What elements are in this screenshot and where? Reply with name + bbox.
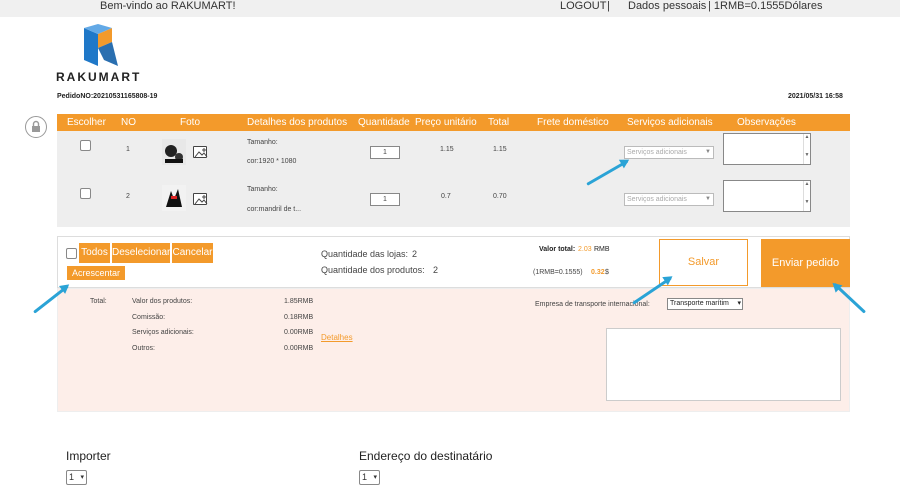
product-color: cor:1920 * 1080 [247, 158, 297, 165]
logout-link[interactable]: LOGOUT [560, 0, 606, 12]
order-date: 2021/05/31 16:58 [788, 93, 843, 100]
quantity-input[interactable]: 1 [370, 193, 400, 206]
chevron-down-icon: ▾ [373, 474, 377, 481]
header-quantity: Quantidade [358, 117, 410, 128]
notes-textarea[interactable] [606, 328, 841, 401]
row-checkbox[interactable] [80, 140, 91, 151]
product-color: cor:mandril de t... [247, 206, 302, 213]
summary-value: 1.85RMB [284, 298, 314, 305]
select-placeholder: Serviços adicionais [627, 149, 687, 156]
unit-price: 0.7 [441, 193, 451, 200]
exchange-rate-text: | 1RMB=0.1555Dólares [708, 0, 823, 12]
recipient-address-label: Endereço do destinatário [359, 449, 493, 463]
row-total: 1.15 [493, 146, 507, 153]
personal-data-link[interactable]: Dados pessoais [628, 0, 706, 12]
summary-total-label: Total: [90, 298, 107, 305]
action-bar: Todos Deselecionar Cancelar Acrescentar … [57, 236, 850, 288]
summary-value: 0.00RMB [284, 329, 314, 336]
rakumart-logo-icon [84, 24, 118, 66]
row-number: 1 [126, 146, 130, 153]
select-placeholder: Serviços adicionais [627, 196, 687, 203]
importer-select[interactable]: 1 ▾ [66, 470, 87, 485]
additional-services-select[interactable]: Serviços adicionais ▼ [624, 146, 714, 159]
address-value: 1 [362, 472, 368, 482]
observations-textarea[interactable]: ▲ ▼ [723, 133, 811, 165]
usd-amount: 0.32 [591, 269, 605, 276]
header-choose: Escolher [67, 117, 106, 128]
additional-services-select[interactable]: Serviços adicionais ▼ [624, 193, 714, 206]
total-value-amount: 2.03 [578, 246, 592, 253]
chevron-down-icon: ▾ [737, 300, 741, 307]
chevron-down-icon: ▼ [705, 149, 711, 155]
header-unit-price: Preço unitário [415, 117, 477, 128]
unit-price: 1.15 [440, 146, 454, 153]
header-domestic-freight: Frete doméstico [537, 117, 609, 128]
stores-count-label: Quantidade das lojas: [321, 249, 409, 259]
select-all-checkbox[interactable] [66, 248, 77, 259]
separator: | [607, 0, 610, 12]
usd-unit: $ [605, 269, 609, 276]
product-photo[interactable] [162, 139, 186, 165]
summary-label: Outros: [132, 345, 155, 352]
header-photo: Foto [180, 117, 201, 128]
total-value-label: Valor total: [539, 246, 576, 253]
shipping-company-value: Transporte marítim [670, 300, 729, 307]
deselect-button[interactable]: Deselecionar [112, 243, 170, 263]
product-table-body: 1 Tamanho: cor:1920 * 1080 1 1.15 1.15 S… [57, 131, 850, 227]
shipping-company-select[interactable]: Transporte marítim ▾ [667, 298, 743, 310]
table-row: 2 Tamanho: cor:mandril de t... 1 0.7 0.7… [57, 179, 850, 227]
row-checkbox[interactable] [80, 188, 91, 199]
row-number: 2 [126, 193, 130, 200]
chevron-down-icon: ▾ [80, 474, 84, 481]
order-number: PedidoNO:20210531165808-19 [57, 93, 158, 100]
summary-value: 0.00RMB [284, 345, 314, 352]
table-row: 1 Tamanho: cor:1920 * 1080 1 1.15 1.15 S… [57, 131, 850, 179]
details-link[interactable]: Detalhes [321, 333, 353, 342]
brand-name: RAKUMART [56, 70, 142, 84]
total-value-unit: RMB [594, 246, 610, 253]
add-image-icon[interactable] [193, 193, 208, 205]
stores-count-value: 2 [412, 249, 418, 259]
summary-label: Comissão: [132, 314, 166, 321]
header-details: Detalhes dos produtos [247, 117, 348, 128]
product-size: Tamanho: [247, 139, 278, 146]
cancel-button[interactable]: Cancelar [172, 243, 213, 263]
scrollbar[interactable]: ▲ ▼ [803, 134, 810, 164]
add-button[interactable]: Acrescentar [67, 266, 125, 280]
products-count-label: Quantidade dos produtos: [321, 265, 425, 275]
chevron-down-icon: ▼ [705, 196, 711, 202]
header-observations: Observações [737, 117, 796, 128]
lock-icon[interactable] [25, 116, 47, 138]
welcome-text: Bem-vindo ao RAKUMART! [100, 0, 236, 12]
top-bar: Bem-vindo ao RAKUMART! LOGOUT | Dados pe… [0, 0, 900, 17]
importer-label: Importer [66, 449, 111, 463]
scrollbar[interactable]: ▲ ▼ [803, 181, 810, 211]
summary-label: Serviços adicionais: [132, 329, 194, 336]
add-image-icon[interactable] [193, 146, 208, 158]
product-size: Tamanho: [247, 186, 278, 193]
recipient-address-select[interactable]: 1 ▾ [359, 470, 380, 485]
row-total: 0.70 [493, 193, 507, 200]
select-all-button[interactable]: Todos [79, 243, 110, 263]
header-total: Total [488, 117, 510, 128]
importer-value: 1 [69, 472, 75, 482]
summary-label: Valor dos produtos: [132, 298, 193, 305]
summary-value: 0.18RMB [284, 314, 314, 321]
rate-label: (1RMB=0.1555) [533, 269, 583, 276]
product-photo[interactable] [162, 185, 186, 211]
observations-textarea[interactable]: ▲ ▼ [723, 180, 811, 212]
header-additional-services: Serviços adicionais [627, 117, 713, 128]
table-header: Escolher NO Foto Detalhes dos produtos Q… [57, 114, 850, 131]
products-count-value: 2 [433, 265, 439, 275]
header-no: NO [121, 117, 136, 128]
quantity-input[interactable]: 1 [370, 146, 400, 159]
